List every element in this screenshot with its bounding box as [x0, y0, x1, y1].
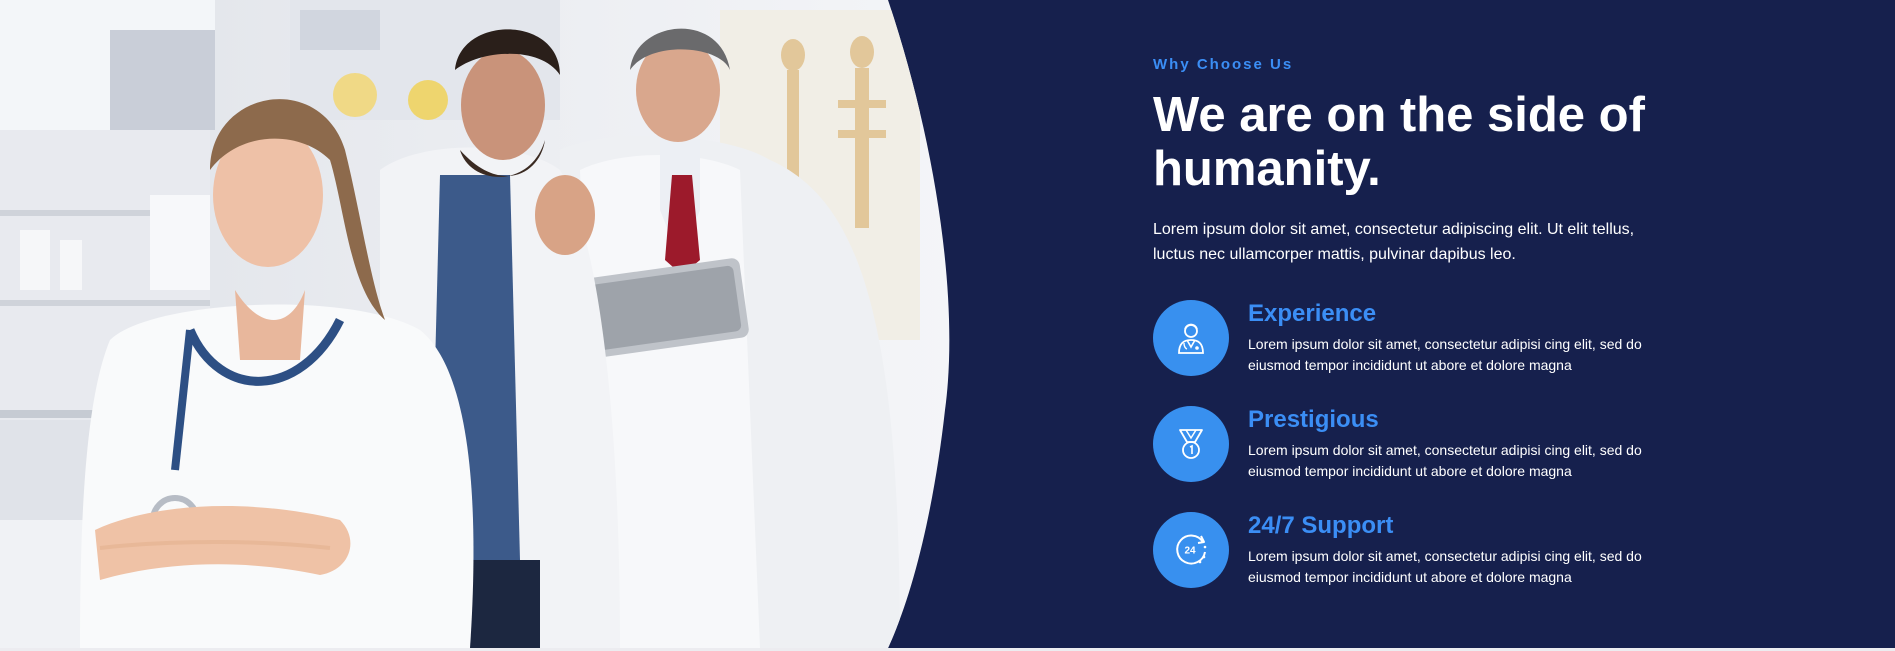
- section-intro: Lorem ipsum dolor sit amet, consectetur …: [1153, 221, 1635, 263]
- why-choose-us-section: Why Choose Us We are on the side of huma…: [0, 0, 1895, 648]
- feature-text: Lorem ipsum dolor sit amet, consectetur …: [1248, 548, 1642, 585]
- section-heading: We are on the side of humanity.: [1153, 88, 1645, 196]
- feature-text: Lorem ipsum dolor sit amet, consectetur …: [1248, 336, 1642, 373]
- feature-experience: Experience Lorem ipsum dolor sit amet, c…: [1153, 300, 1713, 380]
- support-24-icon: 24: [1153, 512, 1229, 588]
- medal-icon: [1153, 406, 1229, 482]
- doctor-icon: [1153, 300, 1229, 376]
- feature-prestigious: Prestigious Lorem ipsum dolor sit amet, …: [1153, 406, 1713, 486]
- feature-title: Experience: [1248, 300, 1377, 327]
- feature-title: Prestigious: [1248, 406, 1379, 433]
- support-badge: 24: [1184, 546, 1196, 557]
- feature-support: 24 24/7 Support Lorem ipsum dolor sit am…: [1153, 512, 1713, 592]
- section-eyebrow: Why Choose Us: [1153, 56, 1294, 73]
- feature-text: Lorem ipsum dolor sit amet, consectetur …: [1248, 442, 1642, 479]
- feature-title: 24/7 Support: [1248, 512, 1394, 539]
